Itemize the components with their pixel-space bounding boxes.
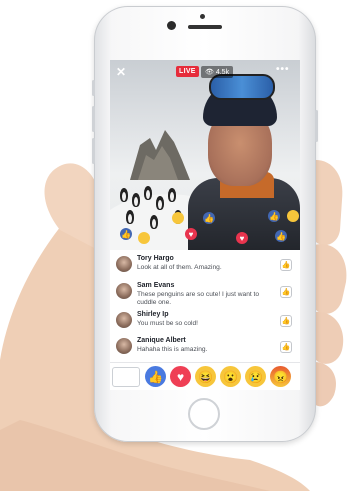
- commenter-name[interactable]: Shirley Ip: [137, 311, 169, 318]
- comment-input[interactable]: [112, 367, 140, 387]
- volume-up-button: [92, 106, 95, 132]
- penguin: [120, 188, 128, 202]
- comment-item: Zanique Albert Hahaha this is amazing. 👍: [110, 334, 300, 362]
- floating-love-icon: ♥: [236, 232, 248, 244]
- floating-haha-icon: [172, 212, 184, 224]
- floating-haha-icon: [287, 210, 299, 222]
- wow-reaction-icon[interactable]: 😮: [220, 366, 241, 387]
- power-button: [315, 110, 318, 142]
- eye-icon: 👁: [205, 69, 214, 76]
- comment-like-icon[interactable]: 👍: [280, 286, 292, 298]
- live-badge: LIVE: [176, 66, 199, 77]
- avatar[interactable]: [116, 338, 132, 354]
- front-camera: [167, 21, 176, 30]
- floating-haha-icon: [138, 232, 150, 244]
- floating-like-icon: 👍: [275, 230, 287, 242]
- sad-reaction-icon[interactable]: 😢: [245, 366, 266, 387]
- earpiece-speaker: [188, 25, 222, 29]
- penguin: [156, 196, 164, 210]
- commenter-name[interactable]: Tory Hargo: [137, 255, 174, 262]
- comment-text: You must be so cold!: [137, 320, 198, 327]
- floating-like-icon: 👍: [203, 212, 215, 224]
- comment-item: Tory Hargo Look at all of them. Amazing.…: [110, 252, 300, 280]
- penguin: [144, 186, 152, 200]
- comment-text: These penguins are so cute! I just want …: [137, 291, 260, 306]
- phone-screen: ✕ LIVE 👁 4.5k ••• 👍 ♥ ♥ 👍 👍 👍 Tory Hargo…: [110, 60, 300, 390]
- viewer-count-badge: 👁 4.5k: [201, 66, 234, 78]
- comment-item: Sam Evans These penguins are so cute! I …: [110, 279, 300, 307]
- comment-like-icon[interactable]: 👍: [280, 341, 292, 353]
- commenter-name[interactable]: Zanique Albert: [137, 337, 186, 344]
- floating-love-icon: ♥: [185, 228, 197, 240]
- comment-text: Look at all of them. Amazing.: [137, 264, 222, 271]
- volume-down-button: [92, 138, 95, 164]
- comment-text: Hahaha this is amazing.: [137, 346, 208, 353]
- penguin: [150, 215, 158, 229]
- comment-like-icon[interactable]: 👍: [280, 315, 292, 327]
- penguin: [126, 210, 134, 224]
- mute-switch: [92, 80, 95, 96]
- viewer-count: 4.5k: [215, 69, 230, 76]
- penguin: [168, 188, 176, 202]
- penguin: [132, 193, 140, 207]
- more-options-icon[interactable]: •••: [276, 64, 290, 75]
- love-reaction-icon[interactable]: ♥: [170, 366, 191, 387]
- haha-reaction-icon[interactable]: 😆: [195, 366, 216, 387]
- proximity-sensor: [200, 14, 205, 19]
- comment-like-icon[interactable]: 👍: [280, 259, 292, 271]
- avatar[interactable]: [116, 256, 132, 272]
- comment-list: Tory Hargo Look at all of them. Amazing.…: [110, 250, 300, 362]
- avatar[interactable]: [116, 312, 132, 328]
- commenter-name[interactable]: Sam Evans: [137, 282, 174, 289]
- avatar[interactable]: [116, 283, 132, 299]
- live-video[interactable]: ✕ LIVE 👁 4.5k ••• 👍 ♥ ♥ 👍 👍 👍: [110, 60, 300, 250]
- floating-like-icon: 👍: [120, 228, 132, 240]
- floating-like-icon: 👍: [268, 210, 280, 222]
- reaction-bar: 👍 ♥ 😆 😮 😢 😠: [110, 362, 300, 390]
- like-reaction-icon[interactable]: 👍: [145, 366, 166, 387]
- angry-reaction-icon[interactable]: 😠: [270, 366, 291, 387]
- home-button[interactable]: [188, 398, 220, 430]
- comment-item: Shirley Ip You must be so cold! 👍: [110, 308, 300, 336]
- close-icon[interactable]: ✕: [116, 65, 126, 79]
